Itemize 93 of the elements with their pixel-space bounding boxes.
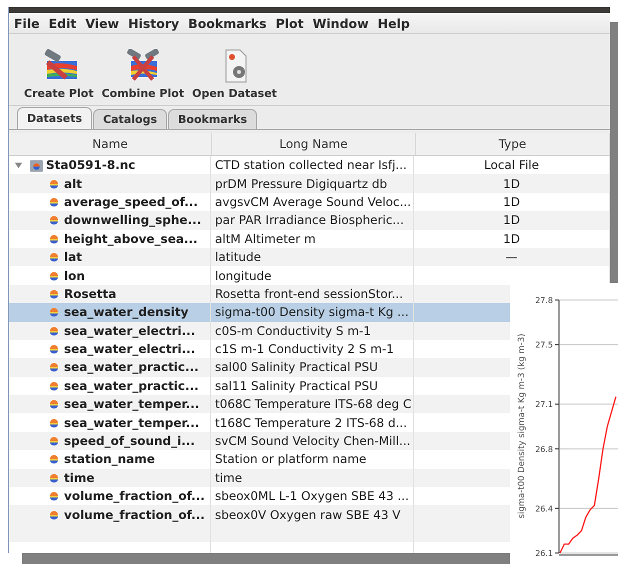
variable-icon xyxy=(49,326,59,336)
table-row[interactable]: Sta0591-8.nc CTD station collected near Isfj... Local File xyxy=(9,156,610,174)
tick-label: 26.1 xyxy=(535,549,553,558)
variable-icon xyxy=(49,454,59,464)
long-name-cell: sbeox0ML L-1 Oxygen SBE 43 ... xyxy=(215,489,409,504)
menu-item[interactable]: View xyxy=(85,16,120,30)
name-cell: Rosetta xyxy=(64,286,116,301)
long-name-cell: par PAR Irradiance Biospheric... xyxy=(215,213,404,228)
variable-icon xyxy=(49,196,59,207)
variable-icon xyxy=(49,178,59,189)
name-cell: lat xyxy=(64,250,82,264)
type-cell: Local File xyxy=(484,158,539,172)
name-cell: speed_of_sound_i... xyxy=(64,434,195,448)
menu-item[interactable]: Bookmarks xyxy=(188,16,267,30)
table-row[interactable]: lat latitude — xyxy=(9,248,610,266)
variable-icon xyxy=(49,436,59,446)
name-cell: volume_fraction_of... xyxy=(64,489,205,504)
name-cell: sea_water_electri... xyxy=(64,342,196,356)
name-cell: time xyxy=(64,470,94,485)
expand-arrow-icon[interactable] xyxy=(14,160,23,170)
variable-icon xyxy=(49,307,59,318)
variable-icon xyxy=(49,380,59,391)
name-cell: average_speed_of... xyxy=(64,194,198,209)
variable-icon xyxy=(49,362,59,372)
variable-icon xyxy=(49,344,59,354)
column-header[interactable]: Long Name xyxy=(212,133,416,155)
long-name-cell: latitude xyxy=(215,250,262,264)
long-name-cell: altM Altimeter m xyxy=(215,232,316,246)
name-cell: sea_water_practic... xyxy=(64,378,199,393)
long-name-cell: c1S m-1 Conductivity 2 S m-1 xyxy=(215,342,394,356)
variable-icon xyxy=(49,215,59,226)
name-cell: Sta0591-8.nc xyxy=(46,158,136,172)
name-cell: sea_water_electri... xyxy=(64,324,196,338)
tab[interactable]: Datasets xyxy=(17,107,92,129)
tick-label: 26.4 xyxy=(535,504,553,514)
menu-item[interactable]: Window xyxy=(312,16,369,30)
type-cell: — xyxy=(506,250,518,264)
name-cell: volume_fraction_of... xyxy=(64,508,205,522)
toolbar-button[interactable]: Open Dataset xyxy=(189,49,280,100)
type-cell: 1D xyxy=(503,213,520,228)
name-cell: alt xyxy=(64,176,82,191)
long-name-cell: sal11 Salinity Practical PSU xyxy=(215,378,378,393)
long-name-cell: prDM Pressure Digiquartz db xyxy=(215,176,388,191)
variable-icon xyxy=(49,399,59,410)
type-cell: 1D xyxy=(503,176,520,191)
variable-icon xyxy=(49,418,59,428)
variable-icon xyxy=(49,510,59,520)
variable-icon xyxy=(49,270,59,281)
name-cell: downwelling_sphe... xyxy=(64,213,202,228)
menu-item[interactable]: Plot xyxy=(276,16,304,30)
long-name-cell: time xyxy=(215,470,242,485)
table-row[interactable]: alt prDM Pressure Digiquartz db 1D xyxy=(9,174,610,193)
menu-item[interactable]: File xyxy=(14,16,40,30)
menu-item[interactable]: Help xyxy=(378,16,410,30)
type-cell: 1D xyxy=(503,232,520,246)
long-name-cell: sal00 Salinity Practical PSU xyxy=(215,360,378,374)
long-name-cell: sigma-t00 Density sigma-t Kg ... xyxy=(215,305,409,320)
table-row[interactable]: height_above_sea... altM Altimeter m 1D xyxy=(9,230,610,248)
variable-icon xyxy=(49,491,59,502)
variable-icon xyxy=(49,234,59,244)
table-row[interactable]: downwelling_sphe... par PAR Irradiance Biospheric... 1D xyxy=(9,211,610,230)
tick-label: 27.8 xyxy=(535,296,553,305)
menu-item[interactable]: History xyxy=(128,16,180,30)
menu-item[interactable]: Edit xyxy=(48,16,76,30)
toolbar-button[interactable]: Create Plot xyxy=(21,49,97,100)
type-cell: 1D xyxy=(503,194,520,209)
long-name-cell: svCM Sound Velocity Chen-Mill... xyxy=(215,434,410,448)
long-name-cell: c0S-m Conductivity S m-1 xyxy=(215,324,372,338)
long-name-cell: t168C Temperature 2 ITS-68 d... xyxy=(215,416,408,430)
name-cell: lon xyxy=(64,268,85,283)
name-cell: height_above_sea... xyxy=(64,232,198,246)
tick-label: 27.5 xyxy=(535,340,553,350)
long-name-cell: CTD station collected near Isfj... xyxy=(215,158,407,172)
tick-label: 27.1 xyxy=(535,400,553,410)
name-cell: station_name xyxy=(64,452,155,466)
toolbar-button[interactable]: Combine Plot xyxy=(98,49,188,100)
long-name-cell: avgsvCM Average Sound Veloc... xyxy=(215,194,412,209)
tab[interactable]: Bookmarks xyxy=(168,109,257,129)
long-name-cell: Station or platform name xyxy=(215,452,366,466)
long-name-cell: Rosetta front-end sessionStor... xyxy=(215,286,404,301)
tab[interactable]: Catalogs xyxy=(93,109,167,129)
column-header[interactable]: Name xyxy=(9,133,212,155)
name-cell: sea_water_temper... xyxy=(64,397,200,412)
name-cell: sea_water_practic... xyxy=(64,360,199,374)
variable-icon xyxy=(49,472,59,483)
file-icon xyxy=(29,158,44,173)
name-cell: sea_water_density xyxy=(64,305,188,320)
name-cell: sea_water_temper... xyxy=(64,416,200,430)
variable-icon xyxy=(49,288,59,299)
long-name-cell: longitude xyxy=(215,268,272,283)
long-name-cell: t068C Temperature ITS-68 deg C xyxy=(215,397,412,412)
variable-icon xyxy=(49,252,59,262)
long-name-cell: sbeox0V Oxygen raw SBE 43 V xyxy=(215,508,401,522)
